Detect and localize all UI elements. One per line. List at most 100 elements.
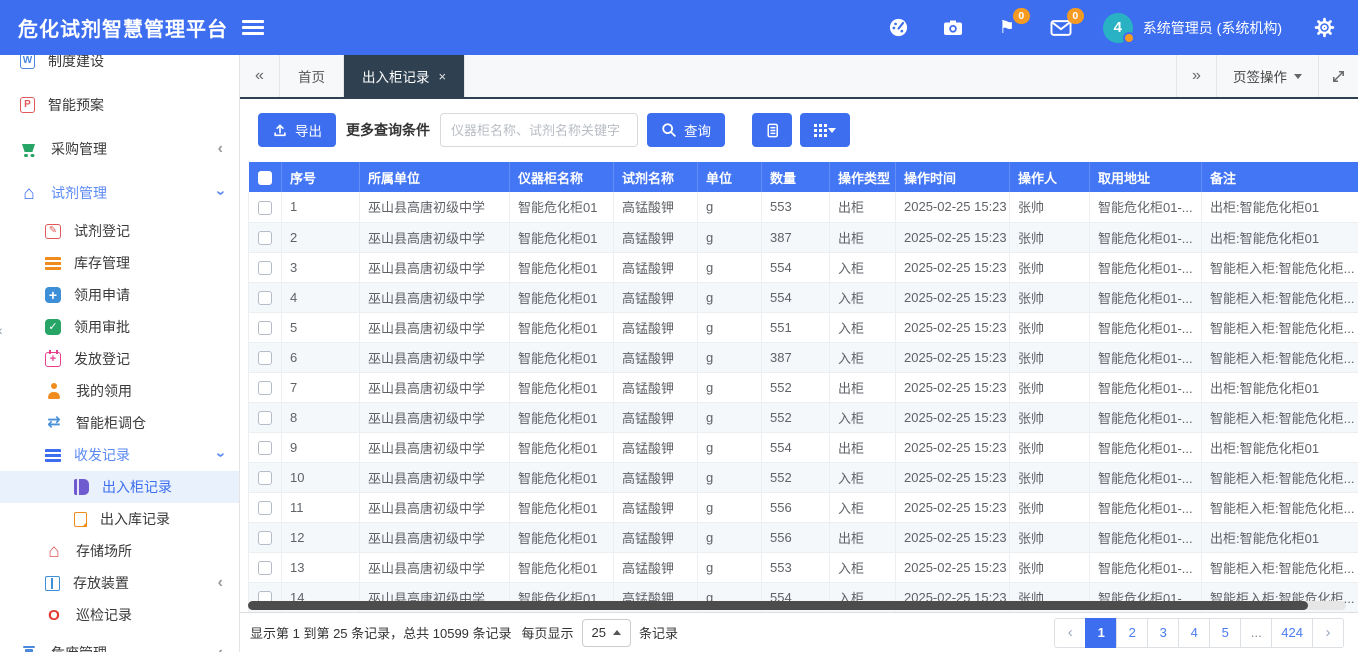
page-5[interactable]: 5 bbox=[1209, 618, 1241, 648]
search-button[interactable]: 查询 bbox=[647, 113, 725, 147]
fullscreen-icon[interactable] bbox=[1318, 55, 1358, 97]
row-checkbox[interactable] bbox=[258, 231, 272, 245]
prev-page-button[interactable]: ‹ bbox=[1054, 618, 1086, 648]
list-view-button[interactable] bbox=[752, 113, 792, 147]
more-filters-link[interactable]: 更多查询条件 bbox=[346, 120, 430, 140]
tab-actions-button[interactable]: 页签操作 bbox=[1216, 55, 1318, 97]
cell: 556 bbox=[762, 522, 830, 552]
page-2[interactable]: 2 bbox=[1116, 618, 1148, 648]
cell: 张帅 bbox=[1010, 552, 1090, 582]
page-ellipsis[interactable]: ... bbox=[1240, 618, 1272, 648]
sidebar-item-requisition-approve[interactable]: ✓领用审批 bbox=[0, 311, 239, 343]
sidebar-item-reagent-mgmt[interactable]: ⌂试剂管理‹ bbox=[0, 171, 239, 215]
sidebar-item-warehouse-io-records[interactable]: 出入库记录 bbox=[0, 503, 239, 535]
cell: 入柜 bbox=[830, 552, 896, 582]
cell: 巫山县高唐初级中学 bbox=[360, 402, 510, 432]
cell: 智能危化柜01 bbox=[510, 522, 614, 552]
dashboard-gauge-icon[interactable] bbox=[887, 16, 911, 40]
page-size-select[interactable]: 25 bbox=[582, 619, 631, 647]
chevron-down-icon: ‹ bbox=[212, 190, 228, 195]
columns-toggle-button[interactable] bbox=[800, 113, 850, 147]
user-menu[interactable]: 4 系统管理员 (系统机构) bbox=[1103, 13, 1282, 43]
sidebar-item-label: 智能柜调仓 bbox=[76, 413, 146, 433]
row-checkbox[interactable] bbox=[258, 381, 272, 395]
chevron-up-icon bbox=[613, 630, 621, 635]
tabbar: « 首页出入柜记录× » 页签操作 bbox=[240, 55, 1358, 99]
cell: 入柜 bbox=[830, 252, 896, 282]
menu-toggle-icon[interactable] bbox=[242, 20, 264, 35]
page-4[interactable]: 4 bbox=[1178, 618, 1210, 648]
sidebar-item-cabinet-io-records[interactable]: 出入柜记录 bbox=[0, 471, 239, 503]
sidebar-item-storage-device[interactable]: 存放装置‹ bbox=[0, 567, 239, 599]
flag-icon[interactable]: ⚑ 0 bbox=[995, 16, 1019, 40]
next-page-button[interactable]: › bbox=[1312, 618, 1344, 648]
sidebar-item-cabinet-transfer[interactable]: ⇄智能柜调仓 bbox=[0, 407, 239, 439]
sidebar-item-issue-register[interactable]: +发放登记 bbox=[0, 343, 239, 375]
row-checkbox[interactable] bbox=[258, 471, 272, 485]
sidebar-item-institution-building[interactable]: W制度建设 bbox=[0, 55, 239, 83]
sidebar-item-inspection-records[interactable]: O巡检记录 bbox=[0, 599, 239, 631]
sidebar-item-label: 库存管理 bbox=[74, 253, 130, 273]
tabs-scroll-left-button[interactable]: « bbox=[240, 55, 280, 97]
sidebar-item-hazardous-waste[interactable]: 危废管理‹ bbox=[0, 631, 239, 652]
mail-icon[interactable]: 0 bbox=[1049, 16, 1073, 40]
sidebar-item-storage-place[interactable]: ⌂存储场所 bbox=[0, 535, 239, 567]
page-1[interactable]: 1 bbox=[1085, 618, 1117, 648]
tab-cabinet-io-records[interactable]: 出入柜记录× bbox=[344, 55, 465, 97]
select-all-checkbox[interactable] bbox=[258, 171, 272, 185]
sidebar-item-procurement[interactable]: 采购管理‹ bbox=[0, 127, 239, 171]
row-checkbox[interactable] bbox=[258, 261, 272, 275]
scrollbar-thumb[interactable] bbox=[248, 601, 1308, 610]
sidebar-item-reagent-register[interactable]: ✎试剂登记 bbox=[0, 215, 239, 247]
close-tab-icon[interactable]: × bbox=[439, 69, 447, 84]
cell: 556 bbox=[762, 492, 830, 522]
row-checkbox[interactable] bbox=[258, 531, 272, 545]
sidebar-item-send-receive-records[interactable]: 收发记录‹ bbox=[0, 439, 239, 471]
cell: 智能危化柜01 bbox=[510, 552, 614, 582]
row-select-cell bbox=[249, 492, 282, 522]
sidebar-item-requisition-apply[interactable]: +领用申请 bbox=[0, 279, 239, 311]
row-select-cell bbox=[249, 432, 282, 462]
horizontal-scrollbar[interactable] bbox=[248, 601, 1346, 610]
cell: 8 bbox=[282, 402, 360, 432]
row-checkbox[interactable] bbox=[258, 441, 272, 455]
cell: 智能危化柜01-... bbox=[1090, 522, 1202, 552]
cell: 553 bbox=[762, 552, 830, 582]
cell: 出柜:智能危化柜01 bbox=[1202, 222, 1358, 252]
cell: 高锰酸钾 bbox=[614, 282, 698, 312]
row-checkbox[interactable] bbox=[258, 351, 272, 365]
chevron-left-icon: ‹ bbox=[218, 141, 223, 157]
settings-gear-icon[interactable] bbox=[1312, 16, 1336, 40]
cell: 智能危化柜01 bbox=[510, 432, 614, 462]
row-checkbox[interactable] bbox=[258, 561, 272, 575]
file-icon bbox=[74, 512, 87, 527]
table-row: 4巫山县高唐初级中学智能危化柜01高锰酸钾g554入柜2025-02-25 15… bbox=[249, 282, 1358, 312]
camera-icon[interactable] bbox=[941, 16, 965, 40]
column-header: 操作人 bbox=[1010, 162, 1090, 192]
cell: 智能柜入柜:智能危化柜... bbox=[1202, 462, 1358, 492]
cell: g bbox=[698, 222, 762, 252]
tab-home[interactable]: 首页 bbox=[280, 55, 344, 97]
tabs-scroll-right-button[interactable]: » bbox=[1176, 55, 1216, 97]
search-input[interactable] bbox=[440, 113, 638, 147]
row-select-cell bbox=[249, 522, 282, 552]
sidebar-item-smart-plan[interactable]: P智能预案 bbox=[0, 83, 239, 127]
row-checkbox[interactable] bbox=[258, 501, 272, 515]
cell: g bbox=[698, 312, 762, 342]
app-root: 危化试剂智慧管理平台 ⚑ 0 0 4 系统管理员 (系统机构) bbox=[0, 0, 1358, 652]
sidebar-item-label: 试剂登记 bbox=[74, 221, 130, 241]
row-checkbox[interactable] bbox=[258, 411, 272, 425]
sidebar-item-inventory-mgmt[interactable]: 库存管理 bbox=[0, 247, 239, 279]
doc-p-icon: P bbox=[20, 97, 35, 113]
row-checkbox[interactable] bbox=[258, 321, 272, 335]
cell: 智能柜入柜:智能危化柜... bbox=[1202, 552, 1358, 582]
page-3[interactable]: 3 bbox=[1147, 618, 1179, 648]
row-checkbox[interactable] bbox=[258, 291, 272, 305]
sidebar-collapse-handle[interactable]: ‹ bbox=[0, 322, 3, 338]
cell: 智能危化柜01-... bbox=[1090, 492, 1202, 522]
export-button[interactable]: 导出 bbox=[258, 113, 336, 147]
row-checkbox[interactable] bbox=[258, 201, 272, 215]
cell: 张帅 bbox=[1010, 492, 1090, 522]
page-424[interactable]: 424 bbox=[1271, 618, 1313, 648]
sidebar-item-my-requisition[interactable]: 我的领用 bbox=[0, 375, 239, 407]
